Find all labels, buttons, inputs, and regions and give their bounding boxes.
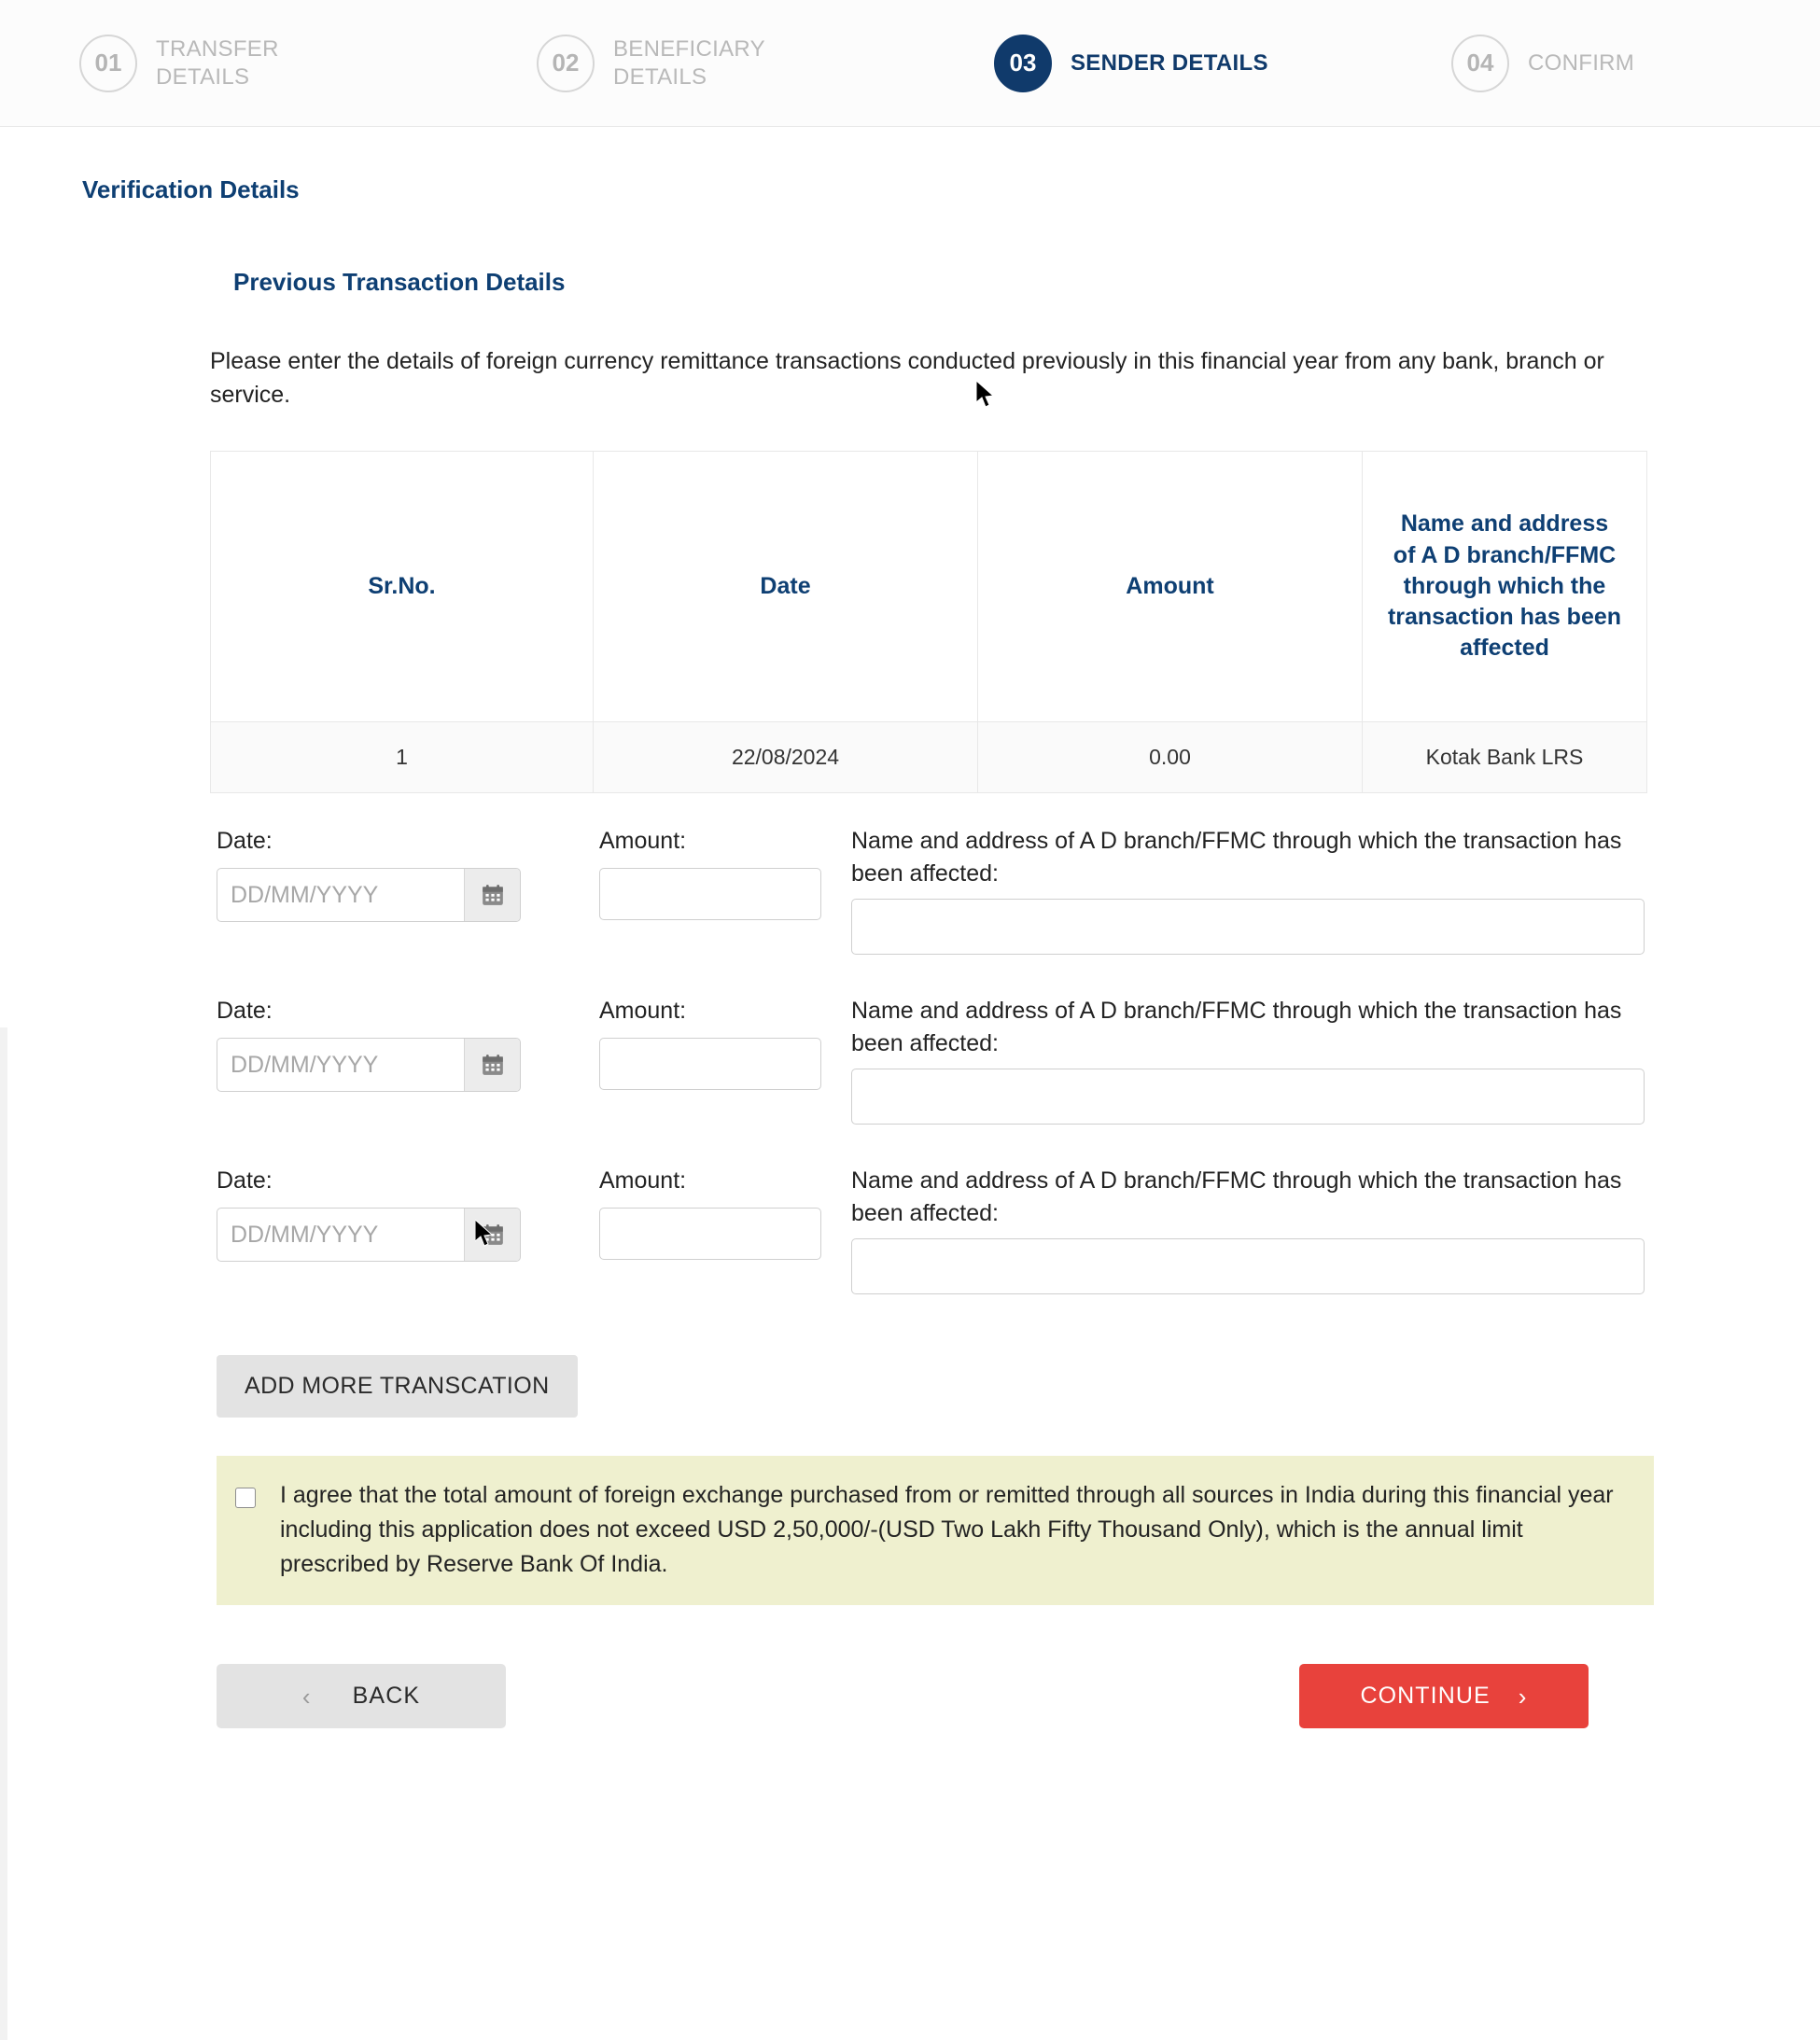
table-header-ad-branch: Name and address of A D branch/FFMC thro…	[1362, 451, 1647, 722]
step-number-01: 01	[79, 34, 137, 92]
page-title: Verification Details	[82, 175, 300, 203]
step-sender-details[interactable]: 03 SENDER DETAILS	[994, 34, 1451, 92]
transaction-entry-row-3: Date: DD/MM/YYYY Amount: Name and addres…	[0, 1165, 1820, 1294]
chevron-right-icon: ›	[1518, 1682, 1528, 1711]
previous-transaction-details-heading: Previous Transaction Details	[233, 268, 566, 296]
calendar-icon[interactable]	[464, 1209, 520, 1261]
transaction-entry-row-2: Date: DD/MM/YYYY Amount: Name and addres…	[0, 995, 1820, 1125]
date-placeholder-3: DD/MM/YYYY	[231, 1221, 379, 1248]
table-header-date: Date	[593, 451, 978, 722]
ad-branch-label-1: Name and address of A D branch/FFMC thro…	[851, 828, 1622, 887]
cell-amount: 0.00	[977, 721, 1363, 793]
add-more-transaction-button[interactable]: ADD MORE TRANSCATION	[217, 1355, 578, 1418]
agreement-banner: I agree that the total amount of foreign…	[217, 1456, 1654, 1606]
date-label-1: Date:	[217, 828, 273, 854]
amount-label-3: Amount:	[599, 1167, 687, 1194]
table-head: Sr.No. Date Amount Name and address of A…	[210, 451, 1647, 722]
step-transfer-details[interactable]: 01 TRANSFER DETAILS	[79, 34, 537, 92]
calendar-icon[interactable]	[464, 869, 520, 921]
amount-input-2[interactable]	[599, 1038, 821, 1090]
step-number-03: 03	[994, 34, 1052, 92]
transaction-entry-rows: Date: DD/MM/YYYY Amount: Name and addres…	[0, 825, 1820, 1294]
left-edge-strip	[0, 1027, 7, 2040]
progress-stepper: 01 TRANSFER DETAILS 02 BENEFICIARY DETAI…	[0, 0, 1820, 127]
ad-branch-input-2[interactable]	[851, 1069, 1645, 1125]
previous-transactions-table-wrap: Sr.No. Date Amount Name and address of A…	[210, 451, 1647, 793]
ad-branch-input-1[interactable]	[851, 899, 1645, 955]
date-input-3[interactable]: DD/MM/YYYY	[217, 1208, 521, 1262]
cell-srno: 1	[210, 721, 594, 793]
intro-paragraph: Please enter the details of foreign curr…	[210, 348, 1604, 408]
transaction-entry-row-1: Date: DD/MM/YYYY Amount: Name and addres…	[0, 825, 1820, 955]
date-input-1[interactable]: DD/MM/YYYY	[217, 868, 521, 922]
amount-field-group-1: Amount:	[599, 825, 851, 920]
agreement-checkbox[interactable]	[235, 1488, 256, 1508]
date-placeholder-1: DD/MM/YYYY	[231, 881, 379, 908]
date-field-group-3: Date: DD/MM/YYYY	[217, 1165, 599, 1262]
amount-input-3[interactable]	[599, 1208, 821, 1260]
table-header-amount: Amount	[977, 451, 1363, 722]
agreement-text: I agree that the total amount of foreign…	[280, 1482, 1614, 1577]
date-label-3: Date:	[217, 1167, 273, 1194]
date-label-2: Date:	[217, 998, 273, 1024]
table-row: 1 22/08/2024 0.00 Kotak Bank LRS	[210, 721, 1647, 793]
step-label-confirm: CONFIRM	[1528, 49, 1635, 76]
date-placeholder-2: DD/MM/YYYY	[231, 1051, 379, 1078]
calendar-icon[interactable]	[464, 1039, 520, 1091]
step-label-beneficiary-details: BENEFICIARY DETAILS	[613, 36, 765, 90]
amount-input-1[interactable]	[599, 868, 821, 920]
step-number-04: 04	[1451, 34, 1509, 92]
step-label-sender-details: SENDER DETAILS	[1071, 49, 1268, 76]
continue-button[interactable]: CONTINUE ›	[1299, 1664, 1589, 1729]
cell-ad-branch: Kotak Bank LRS	[1362, 721, 1647, 793]
cell-date: 22/08/2024	[593, 721, 978, 793]
back-button-label: BACK	[352, 1683, 421, 1710]
main-content: Verification Details Previous Transactio…	[0, 127, 1820, 2040]
table-header-srno: Sr.No.	[210, 451, 594, 722]
amount-field-group-2: Amount:	[599, 995, 851, 1090]
step-number-02: 02	[537, 34, 595, 92]
ad-branch-input-3[interactable]	[851, 1238, 1645, 1294]
amount-label-1: Amount:	[599, 828, 687, 854]
step-beneficiary-details[interactable]: 02 BENEFICIARY DETAILS	[537, 34, 994, 92]
form-footer: ‹ BACK CONTINUE ›	[0, 1664, 1820, 1729]
ad-branch-field-group-1: Name and address of A D branch/FFMC thro…	[851, 825, 1645, 955]
step-confirm[interactable]: 04 CONFIRM	[1451, 34, 1820, 92]
date-field-group-1: Date: DD/MM/YYYY	[217, 825, 599, 922]
ad-branch-label-3: Name and address of A D branch/FFMC thro…	[851, 1167, 1622, 1226]
previous-transactions-table: Sr.No. Date Amount Name and address of A…	[210, 451, 1647, 793]
ad-branch-field-group-2: Name and address of A D branch/FFMC thro…	[851, 995, 1645, 1125]
date-input-2[interactable]: DD/MM/YYYY	[217, 1038, 521, 1092]
back-button[interactable]: ‹ BACK	[217, 1664, 506, 1729]
amount-label-2: Amount:	[599, 998, 687, 1024]
table-body: 1 22/08/2024 0.00 Kotak Bank LRS	[210, 721, 1647, 793]
continue-button-label: CONTINUE	[1360, 1683, 1491, 1710]
step-label-transfer-details: TRANSFER DETAILS	[156, 36, 279, 90]
chevron-left-icon: ‹	[301, 1682, 312, 1711]
table-header-row: Sr.No. Date Amount Name and address of A…	[210, 451, 1647, 722]
ad-branch-label-2: Name and address of A D branch/FFMC thro…	[851, 998, 1622, 1056]
ad-branch-field-group-3: Name and address of A D branch/FFMC thro…	[851, 1165, 1645, 1294]
amount-field-group-3: Amount:	[599, 1165, 851, 1260]
date-field-group-2: Date: DD/MM/YYYY	[217, 995, 599, 1092]
